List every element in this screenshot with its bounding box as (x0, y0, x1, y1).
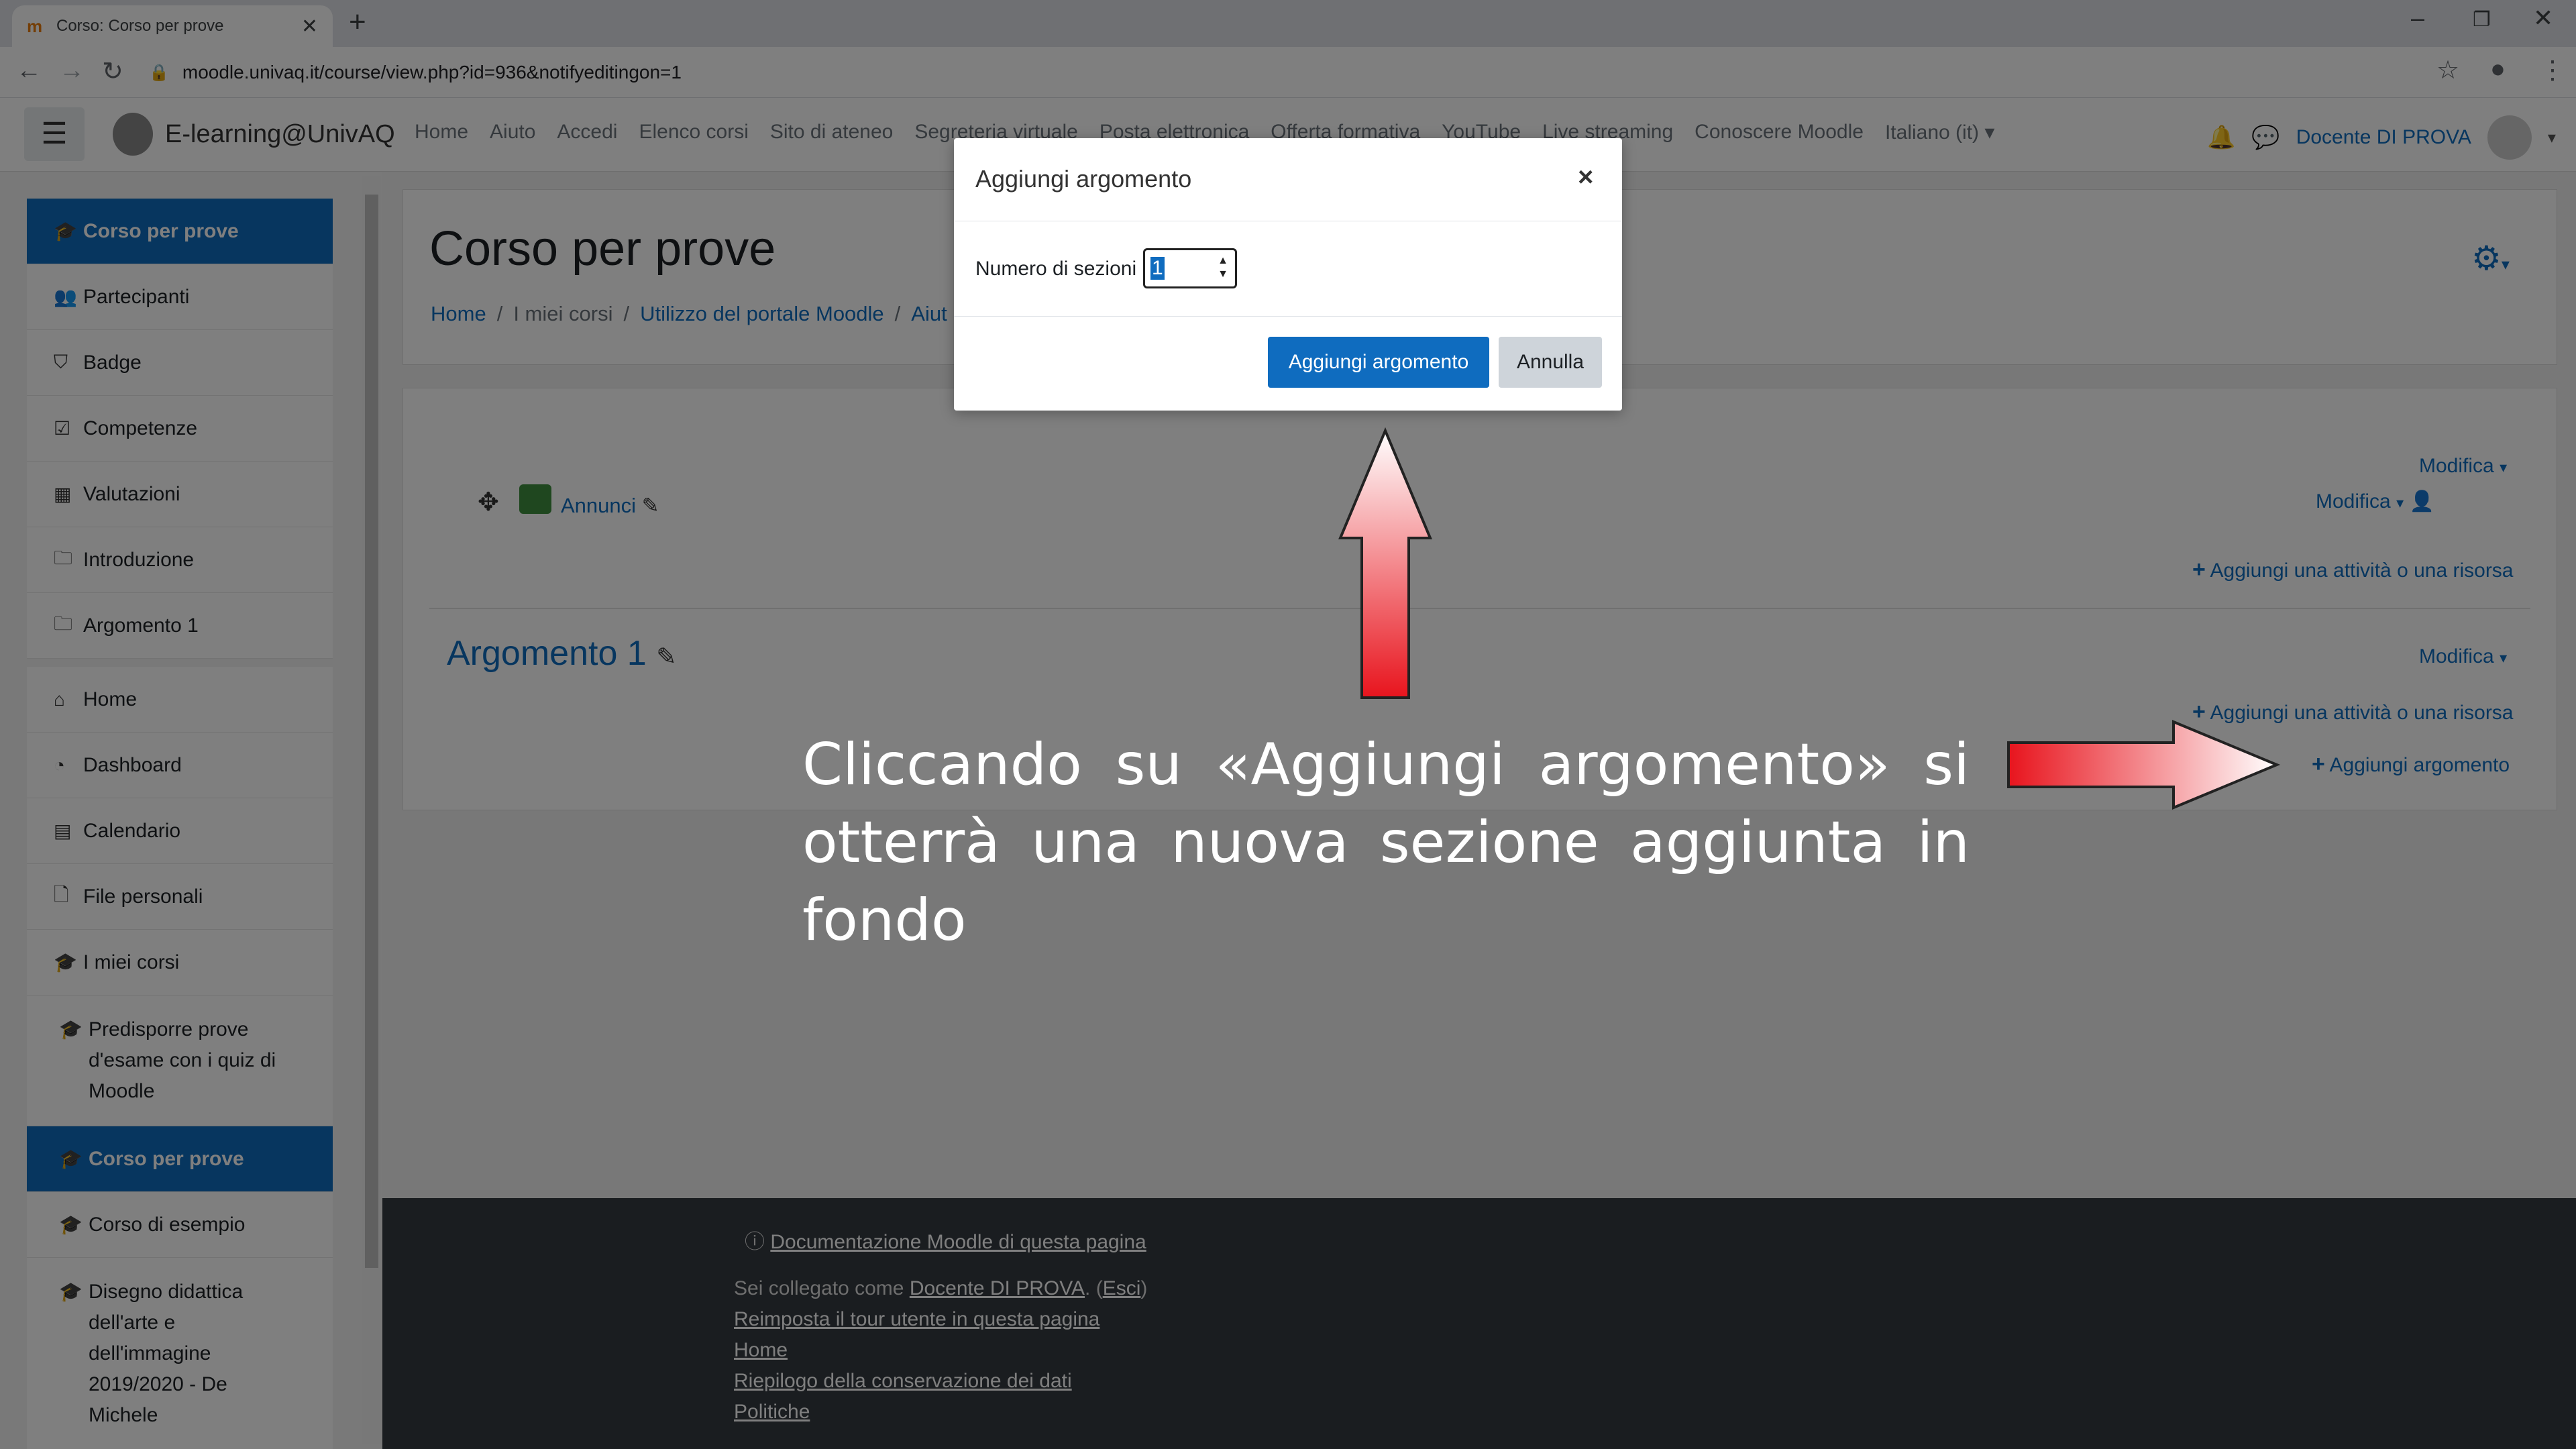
modal-title: Aggiungi argomento (975, 165, 1192, 193)
cancel-button[interactable]: Annulla (1499, 337, 1602, 388)
right-arrow-annotation (2007, 720, 2281, 810)
annotation-caption: Cliccando su «Aggiungi argomento» si ott… (802, 731, 1970, 954)
add-section-modal: Aggiungi argomento × Numero di sezioni 1… (954, 138, 1622, 411)
modal-body: Numero di sezioni 1 ▲ ▼ (954, 221, 1622, 317)
stepper-icon[interactable]: ▲ ▼ (1218, 254, 1228, 281)
confirm-add-section-button[interactable]: Aggiungi argomento (1268, 337, 1489, 388)
modal-header: Aggiungi argomento × (954, 138, 1622, 221)
sections-number-input[interactable]: 1 ▲ ▼ (1143, 248, 1237, 288)
close-icon[interactable]: × (1578, 162, 1593, 193)
sections-value: 1 (1150, 257, 1165, 280)
sections-label: Numero di sezioni (975, 258, 1137, 280)
up-arrow-annotation (1338, 427, 1433, 699)
